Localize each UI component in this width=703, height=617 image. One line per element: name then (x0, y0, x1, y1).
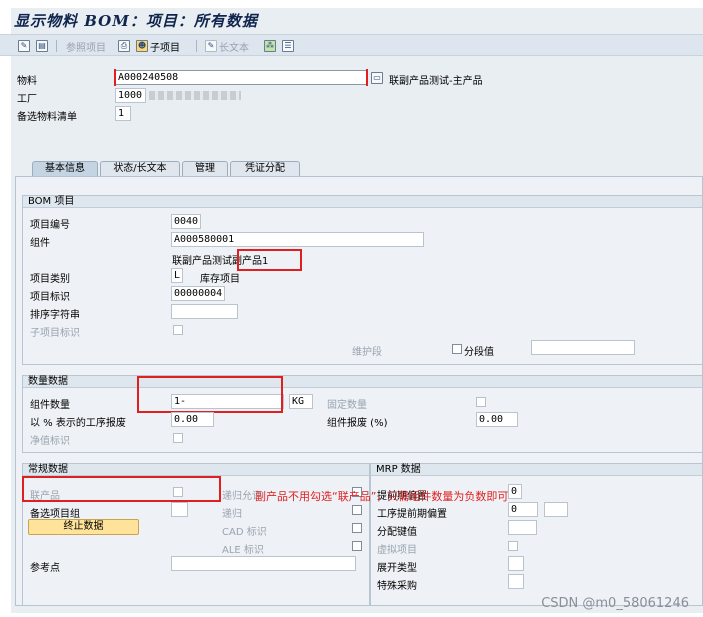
tab-doc-assignment[interactable]: 凭证分配 (230, 161, 300, 177)
item-id-label: 项目标识 (30, 292, 70, 303)
sort-string-label: 排序字符串 (30, 310, 80, 321)
item-no-field[interactable]: 0040 (171, 214, 201, 229)
lead-offset-field[interactable]: 0 (508, 484, 522, 499)
long-text-icon: ✎ (205, 40, 217, 52)
tab-admin[interactable]: 管理 (182, 161, 228, 177)
recursive-checkbox[interactable] (352, 505, 362, 515)
red-bracket-left (114, 69, 116, 86)
component-label: 组件 (30, 238, 50, 249)
copy-icon[interactable]: ▭ (371, 72, 383, 84)
item-id-field[interactable]: 00000004 (171, 286, 225, 301)
ref-point-label: 参考点 (30, 563, 60, 574)
phantom-item-label: 虚拟项目 (377, 545, 417, 556)
fixed-qty-checkbox[interactable] (476, 397, 486, 407)
document-icon: ▤ (36, 40, 48, 52)
annotation-text: 副产品不用勾选“联产品”，只需组件数量为负数即可 (255, 490, 509, 503)
unit-field[interactable]: KG (289, 394, 313, 409)
alt-group-label: 备选项目组 (30, 509, 80, 520)
red-bracket-right (366, 69, 368, 86)
alt-group-field[interactable] (171, 502, 188, 517)
sub-item-label: 子项目标识 (30, 328, 80, 339)
print-button[interactable]: ⎙ (118, 39, 130, 53)
tab-basic-data[interactable]: 基本信息 (32, 161, 98, 177)
item-cat-desc: 库存项目 (200, 274, 240, 285)
watermark: CSDN @m0_58061246 (541, 596, 689, 611)
phantom-item-checkbox[interactable] (508, 541, 518, 551)
discontinue-data-button[interactable]: 终止数据 (28, 519, 139, 535)
dist-key-field[interactable] (508, 520, 537, 535)
material-field[interactable]: A000240508 (115, 70, 367, 85)
toolbar-divider (196, 40, 197, 52)
printer-icon: ⎙ (118, 40, 130, 52)
explosion-type-field[interactable] (508, 556, 524, 571)
special-proc-field[interactable] (508, 574, 524, 589)
component-field[interactable]: A000580001 (171, 232, 424, 247)
hierarchy-button[interactable]: ⁂ (264, 39, 276, 53)
fixed-qty-label: 固定数量 (327, 400, 367, 411)
maintenance-segment-label: 维护段 (352, 347, 382, 358)
item-cat-field[interactable]: L (171, 268, 183, 283)
annotation-box-byproduct (237, 249, 302, 271)
op-scrap-label: 以 % 表示的工序报废 (30, 418, 126, 429)
material-label: 物料 (17, 76, 37, 87)
plant-field[interactable]: 1000 (115, 88, 146, 103)
people-icon: ☻ (136, 40, 148, 52)
hierarchy-icon: ⁂ (264, 40, 276, 52)
group-title: 常规数据 (23, 464, 369, 476)
segment-value-label: 分段值 (464, 347, 494, 358)
blurred-plant-name (149, 91, 241, 100)
display-change-button[interactable]: ✎ (18, 39, 30, 53)
material-description: 联副产品测试-主产品 (389, 76, 483, 87)
long-text-button[interactable]: ✎ 长文本 (205, 39, 249, 54)
pencil-glasses-icon: ✎ (18, 40, 30, 52)
ref-point-field[interactable] (171, 556, 356, 571)
ale-id-label: ALE 标识 (222, 545, 264, 556)
op-scrap-field[interactable]: 0.00 (171, 412, 214, 427)
ref-item-button[interactable]: 参照项目 (66, 39, 106, 54)
dist-key-label: 分配键值 (377, 527, 417, 538)
comp-qty-label: 组件数量 (30, 400, 70, 411)
comp-scrap-label: 组件报废 (%) (327, 418, 388, 429)
segment-value-checkbox[interactable] (452, 344, 462, 354)
sub-item-checkbox[interactable] (173, 325, 183, 335)
explosion-type-label: 展开类型 (377, 563, 417, 574)
group-title: 数量数据 (23, 376, 702, 388)
sub-item-button[interactable]: ☻ 子项目 (136, 39, 180, 54)
page-title: 显示物料 BOM：项目：所有数据 (14, 12, 258, 30)
op-lead-offset-label: 工序提前期偏置 (377, 509, 447, 520)
ale-id-checkbox[interactable] (352, 541, 362, 551)
op-lead-offset-field[interactable]: 0 (508, 502, 538, 517)
alt-bom-label: 备选物料清单 (17, 112, 77, 123)
op-lead-offset-unit-field[interactable] (544, 502, 568, 517)
item-cat-label: 项目类别 (30, 274, 70, 285)
annotation-box-coproduct (22, 476, 221, 502)
group-title: MRP 数据 (371, 464, 702, 476)
cad-id-checkbox[interactable] (352, 523, 362, 533)
tab-status-longtext[interactable]: 状态/长文本 (100, 161, 180, 177)
application-toolbar: ✎ ▤ 参照项目 ⎙ ☻ 子项目 ✎ 长文本 ⁂ ☰ (0, 34, 703, 56)
sort-string-field[interactable] (171, 304, 238, 319)
group-title: BOM 项目 (23, 196, 702, 208)
list-button[interactable]: ☰ (282, 39, 294, 53)
toolbar-divider (56, 40, 57, 52)
item-no-label: 项目编号 (30, 220, 70, 231)
other-bom-button[interactable]: ▤ (36, 39, 48, 53)
list-icon: ☰ (282, 40, 294, 52)
recursive-label: 递归 (222, 509, 242, 520)
segment-value-field[interactable] (531, 340, 635, 355)
special-proc-label: 特殊采购 (377, 581, 417, 592)
net-id-checkbox[interactable] (173, 433, 183, 443)
cad-id-label: CAD 标识 (222, 527, 267, 538)
annotation-box-quantity (137, 376, 283, 413)
alt-bom-field[interactable]: 1 (115, 106, 131, 121)
net-id-label: 净值标识 (30, 436, 70, 447)
plant-label: 工厂 (17, 94, 37, 105)
comp-scrap-field[interactable]: 0.00 (476, 412, 518, 427)
